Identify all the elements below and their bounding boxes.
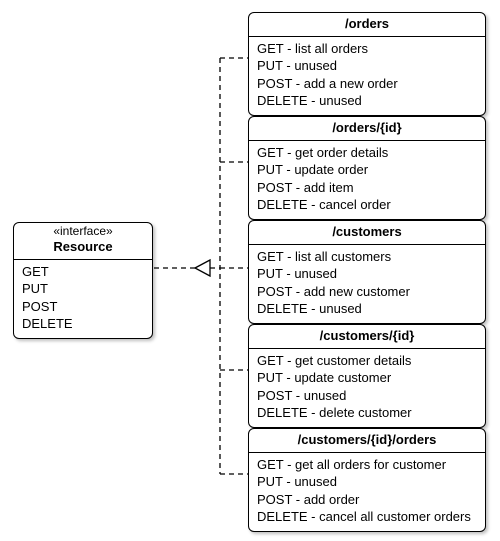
method: PUT [22, 280, 144, 298]
uml-class-header: /customers [249, 221, 485, 245]
operation: DELETE - unused [257, 300, 477, 318]
operation: DELETE - cancel all customer orders [257, 508, 477, 526]
resource-path: /customers/{id}/orders [298, 432, 437, 447]
uml-class-customers-id-orders: /customers/{id}/orders GET - get all ord… [248, 428, 486, 532]
resource-path: /customers [332, 224, 401, 239]
uml-class-header: /orders/{id} [249, 117, 485, 141]
uml-class-header: «interface» Resource [14, 223, 152, 260]
operation: GET - get order details [257, 144, 477, 162]
stereotype-label: «interface» [20, 225, 146, 238]
method: DELETE [22, 315, 144, 333]
resource-path: /orders/{id} [332, 120, 401, 135]
uml-interface-resource: «interface» Resource GET PUT POST DELETE [13, 222, 153, 339]
uml-class-body: GET - get order details PUT - update ord… [249, 141, 485, 219]
class-name: Resource [53, 239, 112, 254]
operation: POST - add new customer [257, 283, 477, 301]
uml-class-orders-id: /orders/{id} GET - get order details PUT… [248, 116, 486, 220]
uml-class-body: GET - get customer details PUT - update … [249, 349, 485, 427]
operation: DELETE - unused [257, 92, 477, 110]
uml-class-customers: /customers GET - list all customers PUT … [248, 220, 486, 324]
uml-class-header: /customers/{id} [249, 325, 485, 349]
uml-class-customers-id: /customers/{id} GET - get customer detai… [248, 324, 486, 428]
operation: POST - add item [257, 179, 477, 197]
operation: POST - add order [257, 491, 477, 509]
operation: PUT - update order [257, 161, 477, 179]
uml-class-body: GET - list all orders PUT - unused POST … [249, 37, 485, 115]
operation: DELETE - delete customer [257, 404, 477, 422]
uml-class-body: GET - get all orders for customer PUT - … [249, 453, 485, 531]
method: POST [22, 298, 144, 316]
operation: POST - unused [257, 387, 477, 405]
resource-path: /customers/{id} [320, 328, 415, 343]
operation: PUT - unused [257, 473, 477, 491]
operation: GET - list all customers [257, 248, 477, 266]
uml-class-body: GET PUT POST DELETE [14, 260, 152, 338]
method: GET [22, 263, 144, 281]
uml-class-orders: /orders GET - list all orders PUT - unus… [248, 12, 486, 116]
uml-class-header: /customers/{id}/orders [249, 429, 485, 453]
operation: POST - add a new order [257, 75, 477, 93]
resource-path: /orders [345, 16, 389, 31]
uml-class-body: GET - list all customers PUT - unused PO… [249, 245, 485, 323]
operation: GET - list all orders [257, 40, 477, 58]
operation: PUT - update customer [257, 369, 477, 387]
operation: GET - get customer details [257, 352, 477, 370]
operation: GET - get all orders for customer [257, 456, 477, 474]
uml-class-header: /orders [249, 13, 485, 37]
operation: PUT - unused [257, 265, 477, 283]
operation: PUT - unused [257, 57, 477, 75]
operation: DELETE - cancel order [257, 196, 477, 214]
